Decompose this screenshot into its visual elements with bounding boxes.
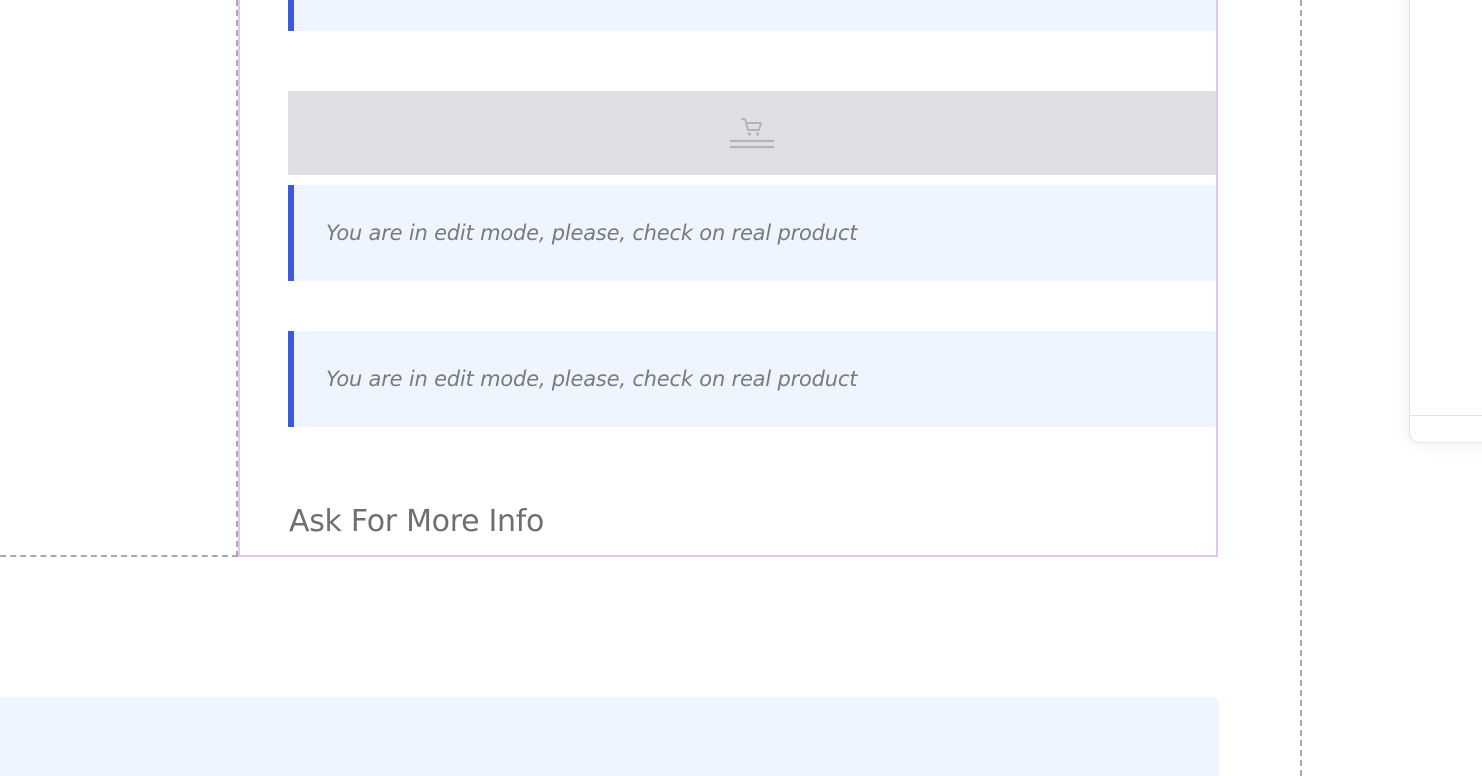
add-to-cart-widget-placeholder[interactable] (288, 91, 1216, 175)
bottom-section-panel (0, 697, 1219, 776)
edit-mode-notice-text: You are in edit mode, please, check on r… (326, 367, 858, 391)
ask-for-more-info-heading: Ask For More Info (289, 504, 545, 539)
edit-mode-notice: You are in edit mode, please, check on r… (288, 185, 1216, 281)
edit-mode-notice-partial (288, 0, 1216, 31)
right-column-guide (1300, 0, 1302, 776)
edit-mode-notice: You are in edit mode, please, check on r… (288, 331, 1216, 427)
side-panel-divider (1410, 415, 1482, 416)
editor-canvas: You are in edit mode, please, check on r… (0, 0, 1482, 776)
cart-icon (730, 118, 774, 149)
edit-mode-notice-text: You are in edit mode, please, check on r… (326, 221, 858, 245)
side-panel-card (1409, 0, 1482, 443)
left-column-outline (0, 0, 238, 557)
